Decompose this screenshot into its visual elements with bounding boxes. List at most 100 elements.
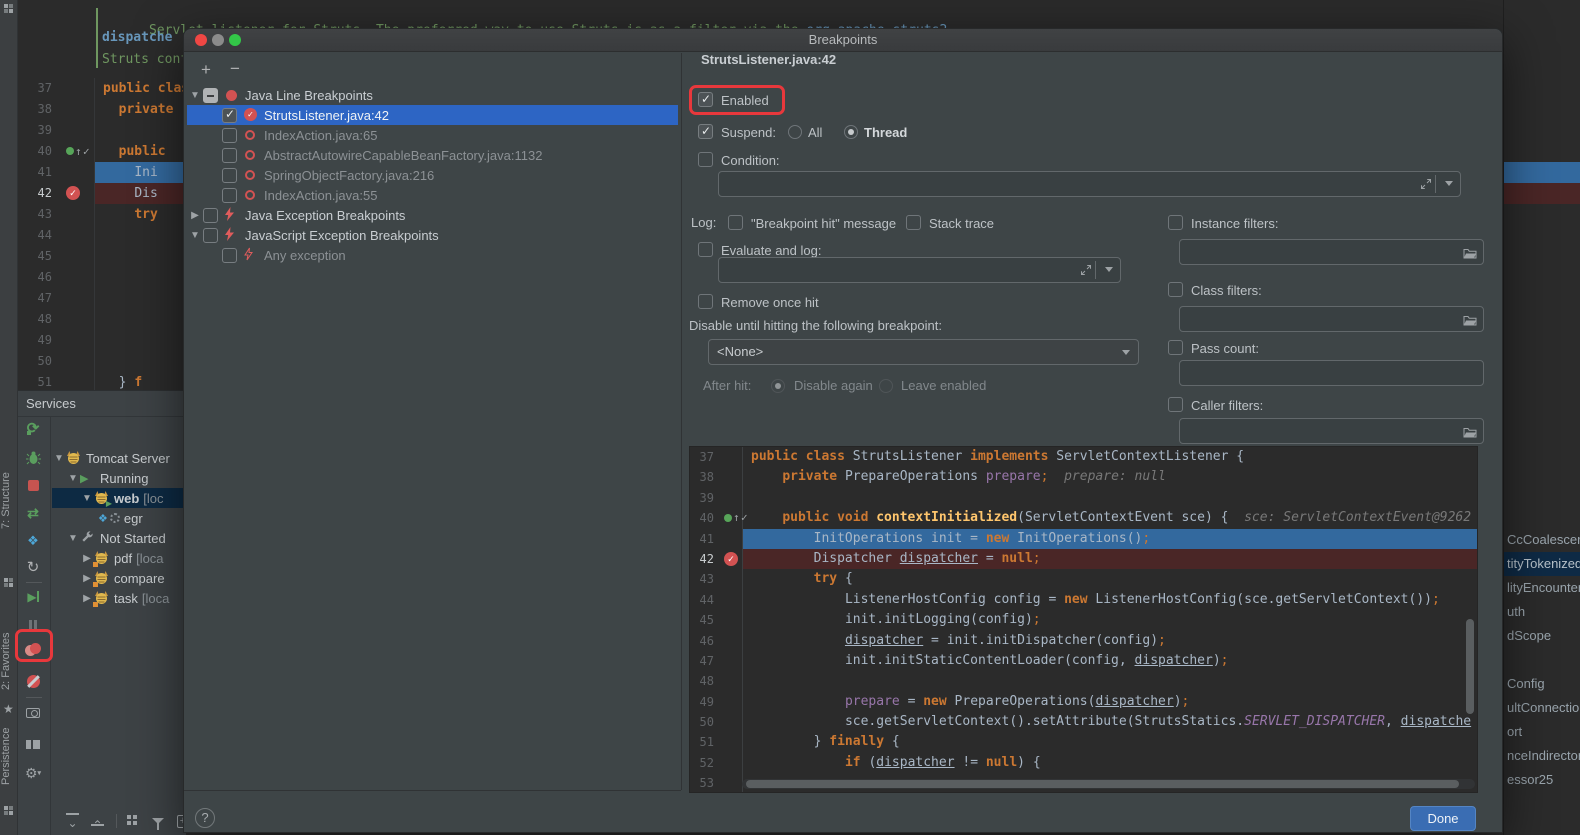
class-filters-input[interactable] bbox=[1179, 306, 1484, 332]
breakpoint-checkbox[interactable] bbox=[222, 188, 237, 203]
lookup-item[interactable]: ultConnection bbox=[1504, 696, 1580, 720]
class-filters-checkbox[interactable] bbox=[1168, 282, 1183, 297]
lookup-item[interactable]: uth bbox=[1504, 600, 1580, 624]
breakpoint-group-row[interactable]: ▼Java Line Breakpoints bbox=[187, 85, 678, 105]
sidebar-item-persistence[interactable]: Persistence bbox=[0, 712, 18, 800]
caller-filters-input[interactable] bbox=[1179, 418, 1484, 444]
lookup-item[interactable]: dScope bbox=[1504, 624, 1580, 648]
after-hit-leave-radio[interactable] bbox=[879, 379, 893, 393]
breakpoint-checkbox[interactable] bbox=[222, 148, 237, 163]
done-button[interactable]: Done bbox=[1410, 806, 1476, 831]
services-tree-row[interactable]: ▼▶web[loc bbox=[52, 488, 186, 508]
breakpoint-checkbox[interactable] bbox=[203, 208, 218, 223]
mute-breakpoints-icon[interactable] bbox=[20, 670, 46, 694]
suspend-checkbox[interactable] bbox=[698, 124, 713, 139]
breakpoint-checkbox[interactable] bbox=[222, 108, 237, 123]
lookup-item[interactable]: nceIndirector bbox=[1504, 744, 1580, 768]
services-tree-row[interactable]: ▼Not Started bbox=[52, 528, 186, 548]
remove-breakpoint-button[interactable]: − bbox=[230, 59, 240, 79]
close-icon[interactable] bbox=[195, 34, 207, 46]
rerun-icon[interactable]: ⟳ bbox=[20, 418, 46, 442]
vertical-scrollbar[interactable] bbox=[1466, 619, 1474, 714]
dialog-titlebar[interactable]: Breakpoints bbox=[184, 29, 1502, 52]
suspend-all-radio[interactable] bbox=[788, 125, 802, 139]
breakpoint-checkbox[interactable] bbox=[222, 128, 237, 143]
expand-editor-icon[interactable] bbox=[1420, 177, 1432, 195]
expand-editor-icon[interactable] bbox=[1080, 263, 1092, 281]
breakpoint-row[interactable]: IndexAction.java:55 bbox=[187, 185, 678, 205]
services-panel-title[interactable]: Services bbox=[18, 391, 186, 417]
breakpoint-row[interactable]: Any exception bbox=[187, 245, 678, 265]
pass-count-checkbox[interactable] bbox=[1168, 340, 1183, 355]
screenshot-icon[interactable] bbox=[20, 702, 46, 726]
breakpoint-checkbox[interactable] bbox=[203, 228, 218, 243]
breakpoint-row[interactable]: ✓StrutsListener.java:42 bbox=[187, 105, 678, 125]
services-tree-row[interactable]: ▶task[loca bbox=[52, 588, 186, 608]
debug-icon[interactable] bbox=[20, 446, 46, 470]
settings-gear-icon[interactable]: ⚙▾ bbox=[20, 762, 46, 786]
disable-until-select[interactable]: <None> bbox=[708, 339, 1139, 365]
services-tree-row[interactable]: ▼Tomcat Server bbox=[52, 448, 186, 468]
expand-all-icon[interactable] bbox=[59, 809, 85, 833]
breakpoint-checkbox[interactable] bbox=[203, 88, 218, 103]
instance-filters-input[interactable] bbox=[1179, 239, 1484, 265]
refresh-icon[interactable]: ↻ bbox=[20, 557, 46, 581]
breakpoint-group-row[interactable]: ▶Java Exception Breakpoints bbox=[187, 205, 678, 225]
history-dropdown-icon[interactable] bbox=[1105, 267, 1113, 272]
services-tree-row[interactable]: ▶pdf[loca bbox=[52, 548, 186, 568]
lookup-list[interactable]: CcCoalescertityTokenizedClityEncounterut… bbox=[1504, 528, 1580, 792]
deploy-icon[interactable]: ⇄ bbox=[20, 502, 46, 526]
evaluate-checkbox[interactable] bbox=[698, 242, 713, 257]
tool-windows-icon[interactable] bbox=[4, 4, 13, 13]
lookup-item[interactable] bbox=[1504, 648, 1580, 672]
enabled-checkbox[interactable] bbox=[698, 92, 713, 107]
evaluate-input[interactable] bbox=[718, 257, 1121, 283]
view-breakpoints-icon[interactable] bbox=[20, 641, 46, 665]
zoom-icon[interactable] bbox=[229, 34, 241, 46]
add-breakpoint-button[interactable]: + bbox=[201, 60, 211, 80]
history-dropdown-icon[interactable] bbox=[1445, 181, 1453, 186]
condition-input[interactable] bbox=[718, 171, 1461, 197]
sidebar-item-favorites[interactable]: 2: Favorites bbox=[0, 622, 18, 700]
folder-icon[interactable] bbox=[1463, 246, 1477, 264]
layout-icon[interactable] bbox=[20, 734, 46, 758]
breakpoint-checkbox[interactable] bbox=[222, 168, 237, 183]
log-message-checkbox[interactable] bbox=[728, 215, 743, 230]
filter-icon[interactable] bbox=[145, 809, 171, 833]
services-tree-row[interactable]: ▶compare bbox=[52, 568, 186, 588]
breakpoint-row[interactable]: SpringObjectFactory.java:216 bbox=[187, 165, 678, 185]
breakpoint-row[interactable]: AbstractAutowireCapableBeanFactory.java:… bbox=[187, 145, 678, 165]
lookup-item[interactable]: essor25 bbox=[1504, 768, 1580, 792]
group-by-icon[interactable] bbox=[119, 809, 145, 833]
breakpoint-group-row[interactable]: ▼JavaScript Exception Breakpoints bbox=[187, 225, 678, 245]
stack-trace-checkbox[interactable] bbox=[906, 215, 921, 230]
collapse-all-icon[interactable] bbox=[84, 809, 110, 833]
lookup-item[interactable]: lityEncounter bbox=[1504, 576, 1580, 600]
lookup-item[interactable]: ort bbox=[1504, 720, 1580, 744]
breakpoint-code-preview[interactable]: 37public class StrutsListener implements… bbox=[689, 446, 1478, 793]
horizontal-scrollbar[interactable] bbox=[742, 779, 1475, 789]
resume-icon[interactable]: ▶ bbox=[20, 586, 46, 610]
pass-count-input[interactable] bbox=[1179, 360, 1484, 386]
stop-icon[interactable] bbox=[20, 474, 46, 498]
breakpoint-checkbox[interactable] bbox=[222, 248, 237, 263]
breakpoint-row[interactable]: IndexAction.java:65 bbox=[187, 125, 678, 145]
sidebar-item-structure[interactable]: 7: Structure bbox=[0, 430, 18, 572]
instance-filters-checkbox[interactable] bbox=[1168, 215, 1183, 230]
folder-icon[interactable] bbox=[1463, 313, 1477, 331]
suspend-thread-radio[interactable] bbox=[844, 125, 858, 139]
remove-once-checkbox[interactable] bbox=[698, 294, 713, 309]
after-hit-disable-radio[interactable] bbox=[771, 379, 785, 393]
lookup-item[interactable]: CcCoalescer bbox=[1504, 528, 1580, 552]
caller-filters-checkbox[interactable] bbox=[1168, 397, 1183, 412]
services-tree-row[interactable]: ▼▶Running bbox=[52, 468, 186, 488]
help-button[interactable]: ? bbox=[195, 808, 215, 828]
minimize-icon[interactable] bbox=[212, 34, 224, 46]
folder-icon[interactable] bbox=[1463, 425, 1477, 443]
lookup-item[interactable]: tityTokenizedC bbox=[1504, 552, 1580, 576]
services-icon[interactable]: ❖ bbox=[20, 530, 46, 554]
condition-checkbox[interactable] bbox=[698, 152, 713, 167]
pause-icon[interactable] bbox=[20, 614, 46, 638]
lookup-item[interactable]: Config bbox=[1504, 672, 1580, 696]
services-tree-row[interactable]: ❖egr bbox=[52, 508, 186, 528]
